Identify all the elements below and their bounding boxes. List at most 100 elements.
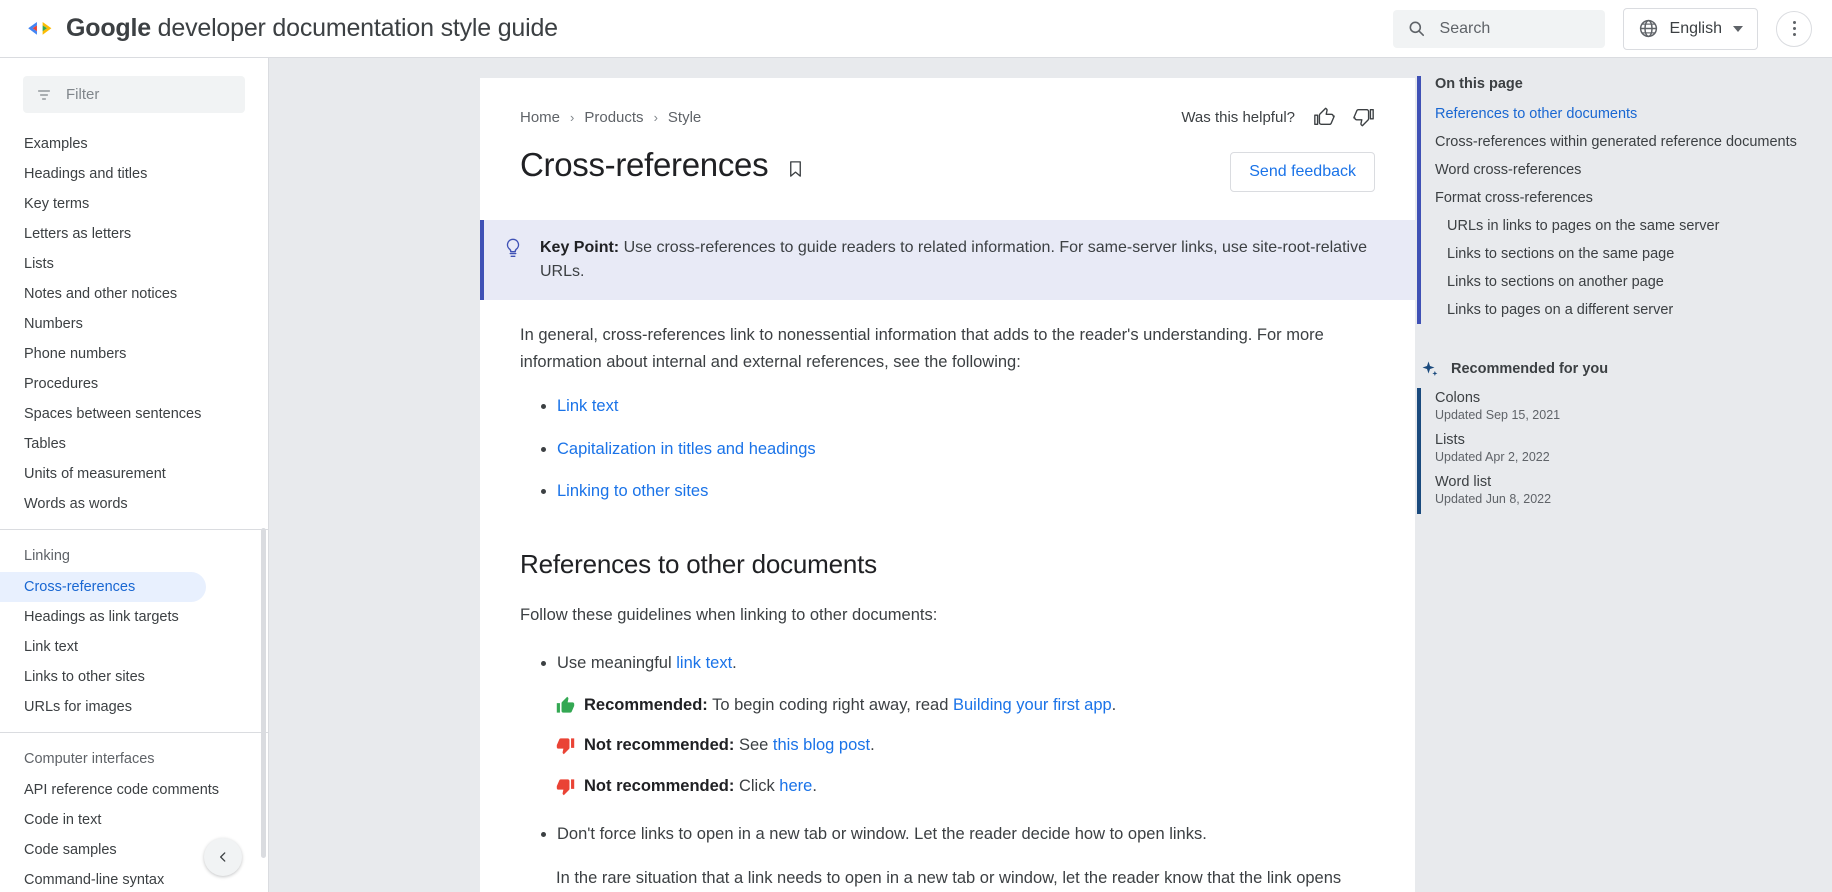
bullet1-link[interactable]: link text — [676, 654, 732, 672]
sidebar-item-phone-numbers[interactable]: Phone numbers — [0, 339, 268, 369]
toc-item-format-cross-references[interactable]: Format cross-references — [1435, 184, 1832, 212]
language-label: English — [1670, 20, 1722, 38]
example-pre: To begin coding right away, read — [708, 696, 953, 714]
sidebar-item-notes-and-other-notices[interactable]: Notes and other notices — [0, 279, 268, 309]
toc-item-links-to-sections-on-the-same-page[interactable]: Links to sections on the same page — [1435, 240, 1832, 268]
filter-container: Filter — [0, 58, 268, 113]
sidebar-item-letters-as-letters[interactable]: Letters as letters — [0, 219, 268, 249]
nav-divider — [0, 529, 268, 530]
kebab-dot — [1793, 27, 1796, 30]
sidebar-item-code-in-text[interactable]: Code in text — [0, 805, 268, 835]
list-item: Don't force links to open in a new tab o… — [557, 821, 1375, 847]
sparkle-icon — [1421, 360, 1439, 378]
recommended-item: Word list Updated Jun 8, 2022 — [1435, 472, 1832, 514]
toc-item-word-cross-references[interactable]: Word cross-references — [1435, 156, 1832, 184]
intro-link-2[interactable]: Linking to other sites — [557, 482, 708, 500]
sidebar-scrollbar[interactable] — [261, 528, 266, 858]
intro-link-1[interactable]: Capitalization in titles and headings — [557, 440, 816, 458]
toc-item-urls-in-links-to-pages-on-the-same-server[interactable]: URLs in links to pages on the same serve… — [1435, 212, 1832, 240]
search-input[interactable]: Search — [1393, 10, 1605, 48]
nav-group-title-computer-interfaces: Computer interfaces — [0, 743, 268, 775]
code-brackets-icon — [26, 19, 54, 39]
recommended-item-name[interactable]: Colons — [1435, 390, 1832, 406]
filter-input[interactable]: Filter — [23, 76, 245, 113]
sidebar-item-spaces-between-sentences[interactable]: Spaces between sentences — [0, 399, 268, 429]
page-header-row: Cross-references Send feedback — [520, 146, 1375, 192]
bookmark-icon[interactable] — [786, 158, 805, 180]
not-recommended-example: Not recommended: See this blog post. — [556, 733, 1375, 758]
main-content-area: Home › Products › Style Was this helpful… — [269, 58, 1417, 892]
recommended-item-updated: Updated Sep 15, 2021 — [1435, 408, 1832, 422]
sidebar-item-api-reference-code-comments[interactable]: API reference code comments — [0, 775, 268, 805]
sidebar-item-lists[interactable]: Lists — [0, 249, 268, 279]
sidebar-item-key-terms[interactable]: Key terms — [0, 189, 268, 219]
breadcrumb-item-style[interactable]: Style — [668, 109, 701, 126]
collapse-sidebar-button[interactable] — [204, 838, 242, 876]
breadcrumb-item-products[interactable]: Products — [584, 109, 643, 126]
example-link[interactable]: Building your first app — [953, 696, 1112, 714]
bullet1-post: . — [732, 654, 737, 672]
sidebar-item-procedures[interactable]: Procedures — [0, 369, 268, 399]
list-item: Use meaningful link text. — [557, 650, 1375, 676]
example-link[interactable]: this blog post — [773, 736, 870, 754]
sidebar-item-link-text[interactable]: Link text — [0, 632, 268, 662]
globe-icon — [1638, 18, 1659, 39]
sidebar-item-units-of-measurement[interactable]: Units of measurement — [0, 459, 268, 489]
intro-link-0[interactable]: Link text — [557, 397, 618, 415]
page-title: Cross-references — [520, 146, 768, 184]
example-label: Not recommended: — [584, 736, 734, 754]
example-post: . — [812, 777, 817, 795]
sidebar-item-urls-for-images[interactable]: URLs for images — [0, 692, 268, 722]
thumb-up-icon — [556, 696, 575, 715]
brand-link[interactable]: Google developer documentation style gui… — [26, 14, 558, 43]
kebab-dot — [1793, 33, 1796, 36]
recommended-header: Recommended for you — [1421, 360, 1832, 378]
recommended-example: Recommended: To begin coding right away,… — [556, 693, 1375, 718]
key-point-label: Key Point: — [540, 239, 619, 256]
thumb-up-icon[interactable] — [1313, 106, 1335, 128]
not-recommended-example: Not recommended: Click here. — [556, 774, 1375, 799]
thumb-down-icon[interactable] — [1353, 106, 1375, 128]
filter-placeholder: Filter — [66, 86, 99, 103]
more-options-button[interactable] — [1776, 11, 1812, 47]
send-feedback-button[interactable]: Send feedback — [1230, 152, 1375, 192]
sidebar-item-links-to-other-sites[interactable]: Links to other sites — [0, 662, 268, 692]
breadcrumb-item-home[interactable]: Home — [520, 109, 560, 126]
search-placeholder: Search — [1440, 20, 1491, 38]
example-link[interactable]: here — [779, 777, 812, 795]
toc-item-cross-references-within-generated-reference-documents[interactable]: Cross-references within generated refere… — [1435, 128, 1832, 156]
key-point-body: Use cross-references to guide readers to… — [540, 239, 1367, 280]
sidebar-item-headings-as-link-targets[interactable]: Headings as link targets — [0, 602, 268, 632]
helpful-widget: Was this helpful? — [1181, 106, 1375, 128]
toc-item-links-to-sections-on-another-page[interactable]: Links to sections on another page — [1435, 268, 1832, 296]
brand-bold: Google — [66, 14, 151, 42]
example-post: . — [870, 736, 875, 754]
bullet1-pre: Use meaningful — [557, 654, 676, 672]
intro-link-list: Link text Capitalization in titles and h… — [520, 393, 1375, 504]
toc-item-links-to-pages-on-a-different-server[interactable]: Links to pages on a different server — [1435, 296, 1832, 324]
thumb-down-icon — [556, 777, 575, 796]
bullet2-paragraph: In the rare situation that a link needs … — [556, 865, 1346, 892]
recommended-title: Recommended for you — [1451, 361, 1608, 377]
recommended-item-name[interactable]: Word list — [1435, 474, 1832, 490]
recommended-item: ListsUpdated Apr 2, 2022 — [1435, 430, 1832, 472]
nav-divider — [0, 732, 268, 733]
section-intro: Follow these guidelines when linking to … — [520, 602, 1375, 629]
sidebar-item-words-as-words[interactable]: Words as words — [0, 489, 268, 519]
sidebar-item-cross-references[interactable]: Cross-references — [0, 572, 206, 602]
recommended-item-updated: Updated Jun 8, 2022 — [1435, 492, 1832, 506]
sidebar-item-numbers[interactable]: Numbers — [0, 309, 268, 339]
sidebar-item-examples[interactable]: Examples — [0, 129, 268, 159]
example-pre: Click — [734, 777, 779, 795]
recommended-item-name[interactable]: Lists — [1435, 432, 1832, 448]
sidebar-item-headings-and-titles[interactable]: Headings and titles — [0, 159, 268, 189]
example-label: Recommended: — [584, 696, 708, 714]
list-item: Capitalization in titles and headings — [557, 436, 1375, 462]
sidebar-item-tables[interactable]: Tables — [0, 429, 268, 459]
guidelines-list-2: Don't force links to open in a new tab o… — [520, 821, 1375, 847]
toc-item-references-to-other-documents[interactable]: References to other documents — [1435, 100, 1832, 128]
on-this-page-list: References to other documentsCross-refer… — [1435, 100, 1832, 324]
language-selector[interactable]: English — [1623, 8, 1758, 50]
section-heading: References to other documents — [520, 549, 1375, 580]
recommended-item: Colons Updated Sep 15, 2021 — [1435, 388, 1832, 430]
